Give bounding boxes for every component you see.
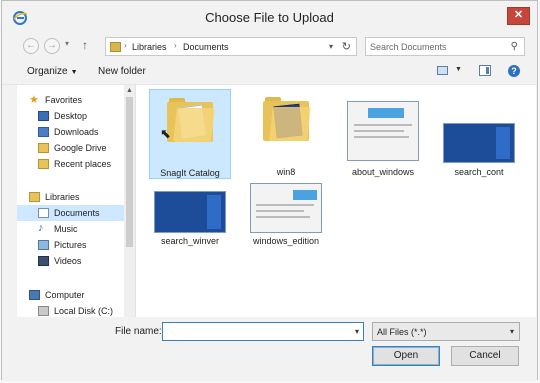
address-bar[interactable]: › Libraries › Documents ▾ ↻: [105, 37, 357, 56]
navigation-pane: ★ Favorites Desktop Downloads Google Dri…: [17, 85, 136, 317]
libraries-folder-icon: [110, 42, 121, 52]
favorites-header[interactable]: ★ Favorites: [17, 92, 127, 108]
image-thumbnail: [250, 183, 322, 233]
file-item-search-cont[interactable]: search_cont: [438, 89, 520, 179]
image-thumbnail: [347, 101, 419, 161]
libraries-header[interactable]: Libraries: [17, 189, 127, 205]
scroll-up-icon[interactable]: ▲: [126, 87, 133, 94]
file-type-select[interactable]: All Files (*.*) ▾: [372, 322, 520, 341]
close-button[interactable]: ✕: [507, 7, 530, 25]
folder-icon: [263, 97, 311, 141]
folder-icon: [167, 98, 215, 142]
title-bar: Choose File to Upload ✕: [2, 1, 537, 35]
help-icon[interactable]: ?: [508, 65, 520, 77]
change-view-icon[interactable]: [437, 66, 448, 75]
file-name: search_cont: [454, 167, 504, 177]
file-item-windows-edition[interactable]: windows_edition: [245, 181, 327, 255]
preview-pane-icon[interactable]: [479, 65, 491, 76]
desktop-icon: [38, 111, 49, 121]
mouse-cursor-icon: ⬉: [160, 126, 171, 141]
libraries-label: Libraries: [45, 192, 80, 202]
forward-button[interactable]: →: [44, 38, 60, 54]
sidebar-item-pictures[interactable]: Pictures: [17, 237, 127, 253]
scrollbar-thumb[interactable]: [126, 97, 133, 247]
breadcrumb-separator-icon[interactable]: ›: [174, 41, 177, 50]
computer-icon: [29, 290, 40, 300]
dialog-footer: File name: ▾ All Files (*.*) ▾ Open Canc…: [2, 317, 537, 381]
image-thumbnail: [154, 191, 226, 233]
disk-drive-icon: [38, 306, 49, 316]
sidebar-item-label: Recent places: [54, 159, 112, 169]
sidebar-item-label: Google Drive: [54, 143, 107, 153]
up-button[interactable]: ↑: [82, 38, 88, 52]
file-type-value: All Files (*.*): [377, 327, 427, 337]
new-folder-button[interactable]: New folder: [98, 66, 146, 77]
computer-header[interactable]: Computer: [17, 287, 127, 303]
dialog-title: Choose File to Upload: [205, 10, 334, 25]
sidebar-item-music[interactable]: ♪ Music: [17, 221, 127, 237]
file-item-about-windows[interactable]: about_windows: [342, 89, 424, 179]
sidebar-item-videos[interactable]: Videos: [17, 253, 127, 269]
pictures-icon: [38, 240, 49, 250]
sidebar-item-label: Pictures: [54, 240, 87, 250]
organize-label: Organize: [27, 66, 68, 77]
star-icon: ★: [29, 94, 39, 106]
file-name: SnagIt Catalog: [160, 168, 220, 178]
search-input[interactable]: [370, 40, 500, 53]
file-name-field[interactable]: ▾: [162, 322, 364, 341]
breadcrumb-libraries[interactable]: Libraries: [132, 42, 167, 52]
search-icon[interactable]: ⚲: [511, 41, 518, 52]
image-thumbnail: [443, 123, 515, 163]
sidebar-item-desktop[interactable]: Desktop: [17, 108, 127, 124]
file-name-label: File name:: [115, 326, 162, 337]
sidebar-item-label: Music: [54, 224, 78, 234]
sidebar-item-recent-places[interactable]: Recent places: [17, 156, 127, 172]
file-name-history-chevron-icon[interactable]: ▾: [355, 327, 359, 336]
file-name: about_windows: [351, 167, 415, 177]
sidebar-item-downloads[interactable]: Downloads: [17, 124, 127, 140]
recent-places-icon: [38, 159, 49, 169]
sidebar-item-label: Documents: [54, 208, 100, 218]
sidebar-item-label: Videos: [54, 256, 82, 266]
chevron-down-icon: ▼: [70, 69, 78, 76]
sidebar-item-label: Downloads: [54, 127, 99, 137]
sidebar-item-documents[interactable]: Documents: [17, 205, 127, 221]
file-item-search-winver[interactable]: search_winver: [149, 185, 231, 255]
favorites-label: Favorites: [45, 95, 83, 105]
sidebar-item-label: Local Disk (C:): [54, 306, 114, 316]
view-options-chevron-icon[interactable]: ▼: [455, 66, 462, 73]
file-list: ⬉ SnagIt Catalog win8 about_windows sear…: [136, 85, 536, 317]
address-history-chevron-icon[interactable]: ▾: [329, 42, 333, 51]
cancel-button[interactable]: Cancel: [451, 346, 519, 366]
file-item-win8[interactable]: win8: [245, 89, 327, 179]
sidebar-item-local-disk[interactable]: Local Disk (C:): [17, 303, 127, 317]
libraries-icon: [29, 192, 40, 202]
sidebar-item-google-drive[interactable]: Google Drive: [17, 140, 127, 156]
search-box[interactable]: ⚲: [365, 37, 525, 56]
music-icon: ♪: [38, 222, 44, 234]
navigation-bar: ← → ▾ ↑ › Libraries › Documents ▾ ↻ ⚲: [2, 35, 537, 57]
file-name: win8: [276, 167, 296, 177]
breadcrumb-documents[interactable]: Documents: [183, 42, 229, 52]
open-button[interactable]: Open: [372, 346, 440, 366]
videos-icon: [38, 256, 49, 266]
refresh-icon[interactable]: ↻: [342, 40, 351, 53]
command-toolbar: Organize ▼ New folder ▼ ?: [2, 60, 537, 85]
computer-label: Computer: [45, 290, 85, 300]
sidebar-item-label: Desktop: [54, 111, 88, 121]
documents-icon: [38, 208, 49, 218]
downloads-icon: [38, 127, 49, 137]
file-dialog: Choose File to Upload ✕ ← → ▾ ↑ › Librar…: [1, 0, 538, 381]
back-button[interactable]: ←: [23, 38, 39, 54]
organize-menu[interactable]: Organize ▼: [27, 66, 78, 77]
file-name-input[interactable]: [166, 325, 346, 338]
google-drive-folder-icon: [38, 143, 49, 153]
navigation-scrollbar[interactable]: ▲: [124, 85, 135, 317]
file-name: windows_edition: [252, 236, 320, 246]
recent-locations-chevron-icon[interactable]: ▾: [65, 39, 69, 48]
file-item-snagit-catalog[interactable]: ⬉ SnagIt Catalog: [149, 89, 231, 179]
file-name: search_winver: [160, 236, 220, 246]
chevron-down-icon: ▾: [509, 327, 514, 336]
breadcrumb-separator-icon[interactable]: ›: [124, 41, 127, 50]
